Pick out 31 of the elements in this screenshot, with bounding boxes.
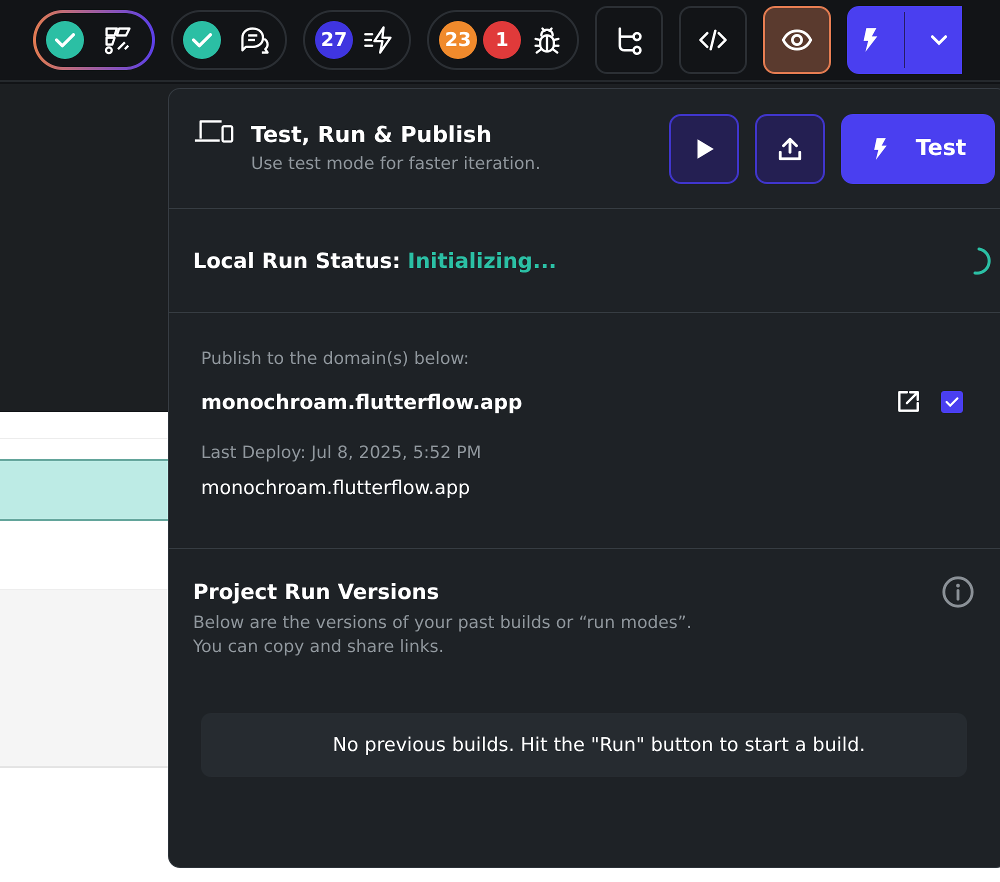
versions-title: Project Run Versions — [193, 580, 440, 604]
popover-title: Test, Run & Publish — [251, 123, 493, 148]
status-value: Initializing... — [408, 248, 558, 272]
status-pill[interactable]: 27 — [303, 10, 411, 70]
code-button[interactable] — [679, 6, 747, 74]
branch-button[interactable] — [595, 6, 663, 74]
upload-button[interactable] — [755, 114, 825, 184]
versions-description: You can copy and share links. — [193, 637, 445, 657]
empty-builds-message: No previous builds. Hit the "Run" button to start a build. — [201, 713, 967, 777]
status-pill[interactable] — [171, 10, 287, 70]
run-split-button[interactable] — [847, 6, 962, 74]
upload-icon — [777, 136, 803, 162]
check-icon — [46, 21, 84, 59]
domain-checkbox[interactable] — [941, 391, 963, 413]
run-button[interactable] — [669, 114, 739, 184]
deployed-domain: monochroam.flutterflow.app — [201, 477, 472, 499]
publish-label: Publish to the domain(s) below: — [201, 349, 470, 369]
versions-description: Below are the versions of your past builds or “run modes”. — [193, 613, 693, 633]
count-badge: 23 — [439, 21, 477, 59]
popover-subtitle: Use test mode for faster iteration. — [251, 154, 542, 174]
count-badge: 1 — [483, 21, 521, 59]
domain-name: monochroam.flutterflow.app — [201, 390, 524, 414]
preview-button[interactable] — [763, 6, 831, 74]
status-pill[interactable]: 23 1 — [427, 10, 579, 70]
status-label: Local Run Status: — [193, 248, 401, 272]
external-link-icon[interactable] — [895, 389, 921, 415]
count-badge: 27 — [315, 21, 353, 59]
check-icon — [183, 21, 221, 59]
last-deploy-text: Last Deploy: Jul 8, 2025, 5:52 PM — [201, 443, 482, 463]
test-button[interactable]: Test — [841, 114, 995, 184]
info-icon[interactable] — [941, 575, 975, 609]
